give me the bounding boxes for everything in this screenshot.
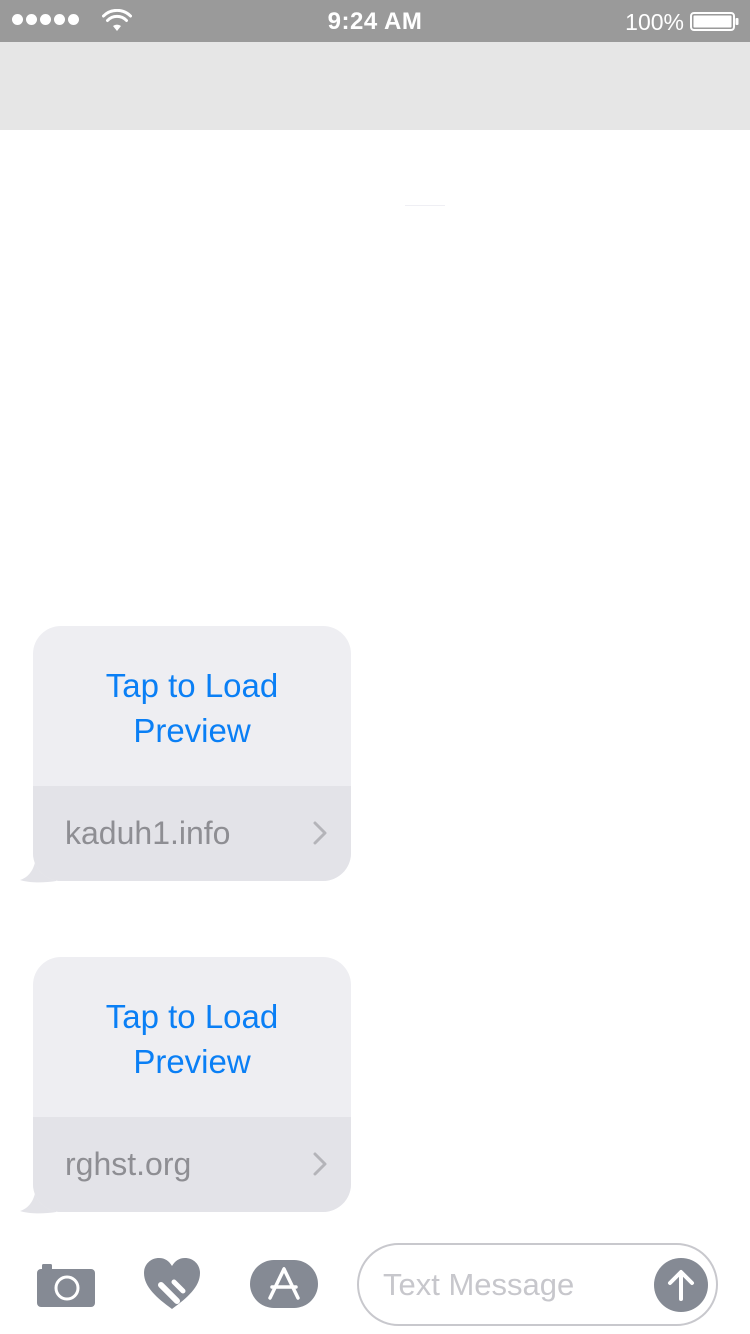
link-row[interactable]: rghst.org [33, 1117, 351, 1212]
link-preview-bubble[interactable]: Tap to Load Preview kaduh1.info [33, 626, 351, 881]
app-store-icon[interactable] [250, 1260, 318, 1308]
message-composer [0, 1230, 750, 1334]
send-arrow-icon [668, 1270, 694, 1301]
preview-label: Tap to Load Preview [105, 667, 279, 749]
messages-screen: 9:24 AM 100% Tap to Load Preview kaduh1.… [0, 0, 750, 1334]
message-input[interactable] [383, 1263, 633, 1307]
link-domain: rghst.org [65, 1146, 192, 1182]
link-domain: kaduh1.info [65, 815, 231, 851]
link-preview-bubble[interactable]: Tap to Load Preview rghst.org [33, 957, 351, 1212]
send-button[interactable] [654, 1258, 708, 1312]
chevron-right-icon [313, 821, 327, 845]
digital-touch-icon[interactable] [143, 1258, 201, 1310]
preview-label: Tap to Load Preview [105, 998, 279, 1080]
chevron-right-icon [313, 1152, 327, 1176]
camera-icon[interactable] [37, 1263, 95, 1307]
tap-to-load-preview[interactable]: Tap to Load Preview [33, 957, 351, 1117]
message-thread[interactable]: Tap to Load Preview kaduh1.info Tap to L… [0, 130, 750, 1230]
tap-to-load-preview[interactable]: Tap to Load Preview [33, 626, 351, 786]
battery-percent: 100% [625, 9, 684, 35]
divider [405, 205, 445, 206]
battery-icon [690, 12, 739, 31]
status-bar: 9:24 AM 100% [0, 0, 750, 42]
text-message-field[interactable] [357, 1243, 718, 1326]
navigation-bar [0, 42, 750, 130]
link-row[interactable]: kaduh1.info [33, 786, 351, 881]
